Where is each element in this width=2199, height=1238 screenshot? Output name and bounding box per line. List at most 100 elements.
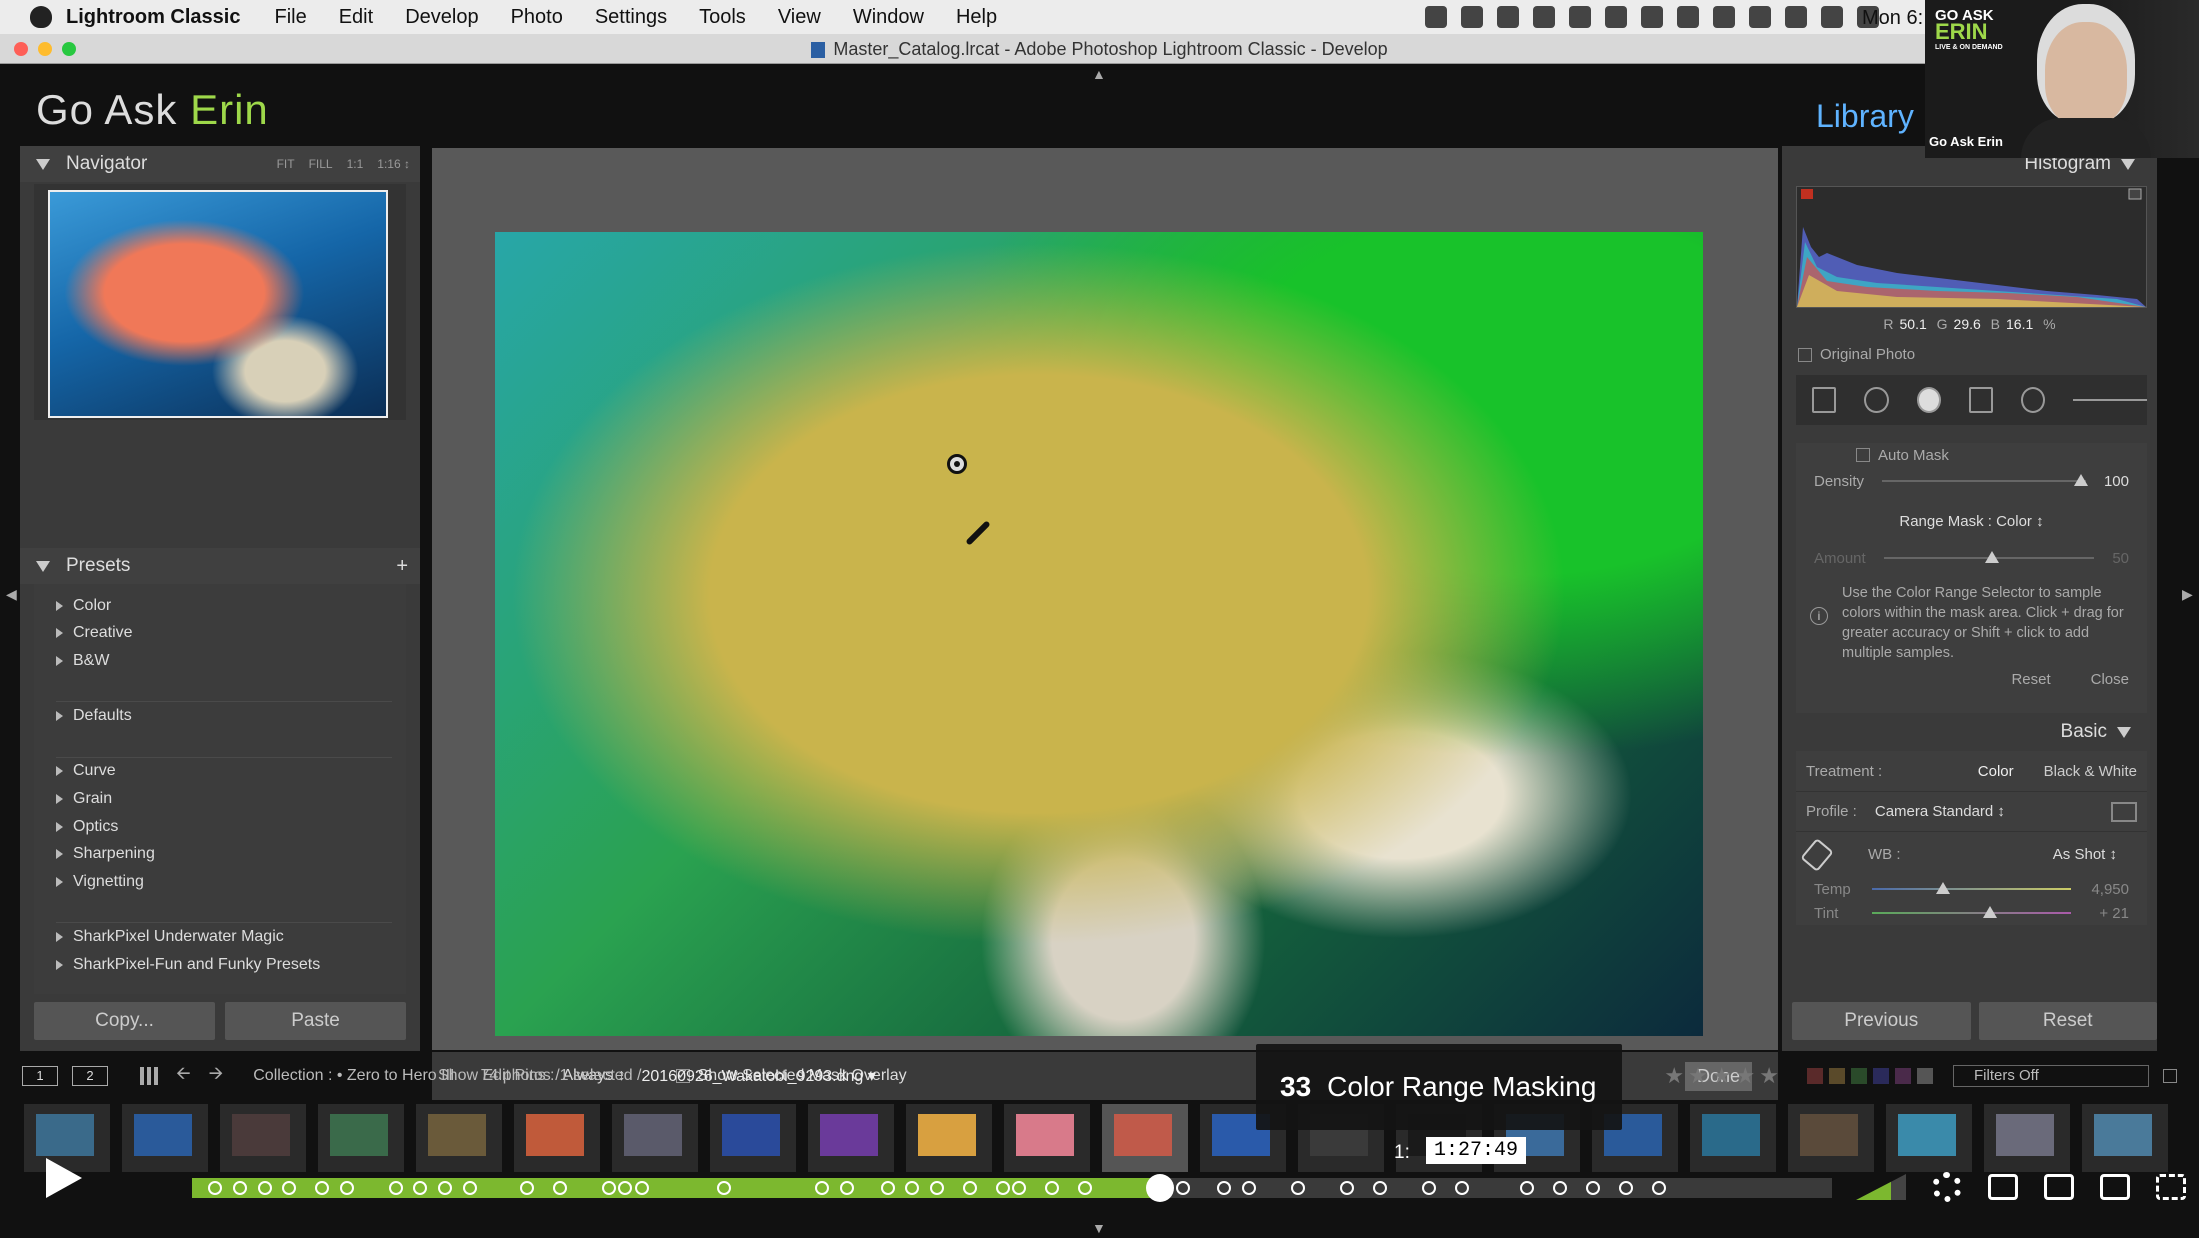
menu-edit[interactable]: Edit — [339, 6, 373, 29]
wb-eyedropper-icon[interactable] — [1800, 837, 1834, 872]
chapter-marker[interactable] — [1340, 1181, 1354, 1195]
secondary-window-button[interactable]: 2 — [72, 1066, 108, 1086]
navigator-preview[interactable] — [34, 184, 406, 420]
chapter-marker[interactable] — [1176, 1181, 1190, 1195]
filmstrip-thumbnail[interactable] — [122, 1104, 208, 1172]
basic-header[interactable]: Basic — [1782, 713, 2157, 751]
amount-knob[interactable] — [1984, 551, 1999, 563]
navigator-thumbnail[interactable] — [48, 190, 388, 418]
preset-folder[interactable]: B&W — [34, 647, 406, 675]
wifi-icon[interactable] — [1821, 6, 1843, 28]
tint-slider[interactable] — [1872, 906, 2071, 918]
temp-value[interactable]: 4,950 — [2089, 881, 2129, 898]
chapter-marker[interactable] — [995, 1181, 1010, 1195]
video-progress-bar[interactable] — [192, 1178, 1832, 1198]
green-label-swatch[interactable] — [1851, 1068, 1867, 1084]
primary-window-button[interactable]: 1 — [22, 1066, 58, 1086]
preset-folder[interactable]: Grain — [34, 785, 406, 813]
fullscreen-icon[interactable] — [2156, 1174, 2186, 1200]
collection-label[interactable]: Collection : • Zero to Hero III — [253, 1067, 454, 1085]
preset-folder[interactable]: Vignetting — [34, 868, 406, 896]
profile-select[interactable]: Camera Standard ↕ — [1875, 803, 2005, 820]
airplay-icon[interactable] — [2044, 1174, 2074, 1200]
star-filter[interactable]: ★★★★★ — [1664, 1063, 1783, 1089]
chapter-marker[interactable] — [462, 1181, 477, 1195]
filmstrip-thumbnail[interactable] — [2082, 1104, 2168, 1172]
collapse-triangle-icon[interactable] — [2121, 158, 2135, 170]
top-panel-arrow-icon[interactable]: ▲ — [1092, 66, 1106, 82]
chapter-marker[interactable] — [1044, 1181, 1059, 1195]
navigator-header[interactable]: Navigator FIT FILL 1:1 1:16 ↕ — [20, 146, 420, 182]
chapter-marker[interactable] — [1217, 1181, 1231, 1195]
chapter-marker[interactable] — [962, 1181, 977, 1195]
chapter-marker[interactable] — [315, 1181, 329, 1195]
filmstrip-thumbnail[interactable] — [1886, 1104, 1972, 1172]
chapter-marker[interactable] — [634, 1181, 649, 1195]
previous-button[interactable]: Previous — [1792, 1002, 1971, 1040]
right-panel-arrow-icon[interactable]: ▶ — [2182, 586, 2193, 603]
chapter-marker[interactable] — [339, 1181, 354, 1195]
preset-folder[interactable]: SharkPixel-Fun and Funky Presets — [34, 951, 406, 979]
arrow-icon[interactable] — [1677, 6, 1699, 28]
amount-slider[interactable] — [1883, 551, 2095, 563]
filmstrip-thumbnail[interactable] — [906, 1104, 992, 1172]
preset-folder[interactable]: Curve — [34, 758, 406, 786]
filmstrip-thumbnail[interactable] — [1690, 1104, 1776, 1172]
collapse-triangle-icon[interactable] — [2117, 726, 2131, 738]
apple-menu-icon[interactable] — [30, 6, 52, 28]
minimize-window-icon[interactable] — [38, 42, 52, 56]
close-window-icon[interactable] — [14, 42, 28, 56]
filmstrip-thumbnail[interactable] — [1984, 1104, 2070, 1172]
reset-button[interactable]: Reset — [1978, 1002, 2157, 1040]
density-value[interactable]: 100 — [2104, 473, 2129, 490]
chapter-marker[interactable] — [438, 1181, 452, 1195]
chapter-marker[interactable] — [1586, 1181, 1600, 1195]
chapter-marker[interactable] — [1241, 1181, 1256, 1195]
chapter-marker[interactable] — [716, 1181, 731, 1195]
original-photo-toggle[interactable]: Original Photo — [1798, 346, 2157, 363]
range-mask-select[interactable]: Range Mask : Color ↕ — [1796, 495, 2147, 547]
yellow-label-swatch[interactable] — [1829, 1068, 1845, 1084]
menu-photo[interactable]: Photo — [511, 6, 563, 29]
screen-icon[interactable] — [1425, 6, 1447, 28]
filmstrip-thumbnail[interactable] — [1004, 1104, 1090, 1172]
spot-removal-icon[interactable] — [1864, 387, 1889, 413]
chapter-marker[interactable] — [930, 1181, 944, 1195]
menu-window[interactable]: Window — [853, 6, 924, 29]
picture-in-picture-icon[interactable] — [2100, 1174, 2130, 1200]
app-icon[interactable] — [1641, 6, 1663, 28]
filmstrip-thumbnail-selected[interactable] — [1102, 1104, 1188, 1172]
menu-tools[interactable]: Tools — [699, 6, 746, 29]
mail-icon[interactable] — [1533, 6, 1555, 28]
blue-label-swatch[interactable] — [1873, 1068, 1889, 1084]
zoom-window-icon[interactable] — [62, 42, 76, 56]
chapter-marker[interactable] — [388, 1181, 403, 1195]
red-label-swatch[interactable] — [1807, 1068, 1823, 1084]
auto-mask-row[interactable]: Auto Mask — [1796, 443, 2147, 467]
preset-folder[interactable]: SharkPixel Underwater Magic — [34, 923, 406, 951]
treatment-color-option[interactable]: Color — [1978, 763, 2014, 780]
airplay-icon[interactable] — [1749, 6, 1771, 28]
chapter-marker[interactable] — [1290, 1181, 1305, 1195]
collapse-triangle-icon[interactable] — [36, 158, 50, 170]
settings-gear-icon[interactable] — [1932, 1172, 1962, 1202]
purple-label-swatch[interactable] — [1895, 1068, 1911, 1084]
main-photo[interactable] — [495, 232, 1703, 1036]
red-eye-icon[interactable] — [1916, 387, 1941, 413]
filters-select[interactable]: Filters Off — [1953, 1065, 2149, 1087]
tint-knob[interactable] — [1983, 906, 1998, 918]
zoom-fill[interactable]: FILL — [309, 157, 333, 171]
chapter-marker[interactable] — [1520, 1181, 1535, 1195]
creative-cloud-icon[interactable] — [1461, 6, 1483, 28]
chapter-marker[interactable] — [602, 1181, 616, 1195]
filmstrip-thumbnail[interactable] — [318, 1104, 404, 1172]
mask-close-button[interactable]: Close — [2091, 671, 2129, 688]
left-panel-arrow-icon[interactable]: ◀ — [6, 586, 17, 603]
preset-folder[interactable]: Sharpening — [34, 840, 406, 868]
filmstrip-thumbnail[interactable] — [710, 1104, 796, 1172]
menu-develop[interactable]: Develop — [405, 6, 478, 29]
preset-folder[interactable]: Optics — [34, 813, 406, 841]
chapter-marker[interactable] — [1651, 1181, 1666, 1195]
wb-select[interactable]: As Shot ↕ — [2053, 846, 2117, 863]
dropbox-alt-icon[interactable] — [1605, 6, 1627, 28]
